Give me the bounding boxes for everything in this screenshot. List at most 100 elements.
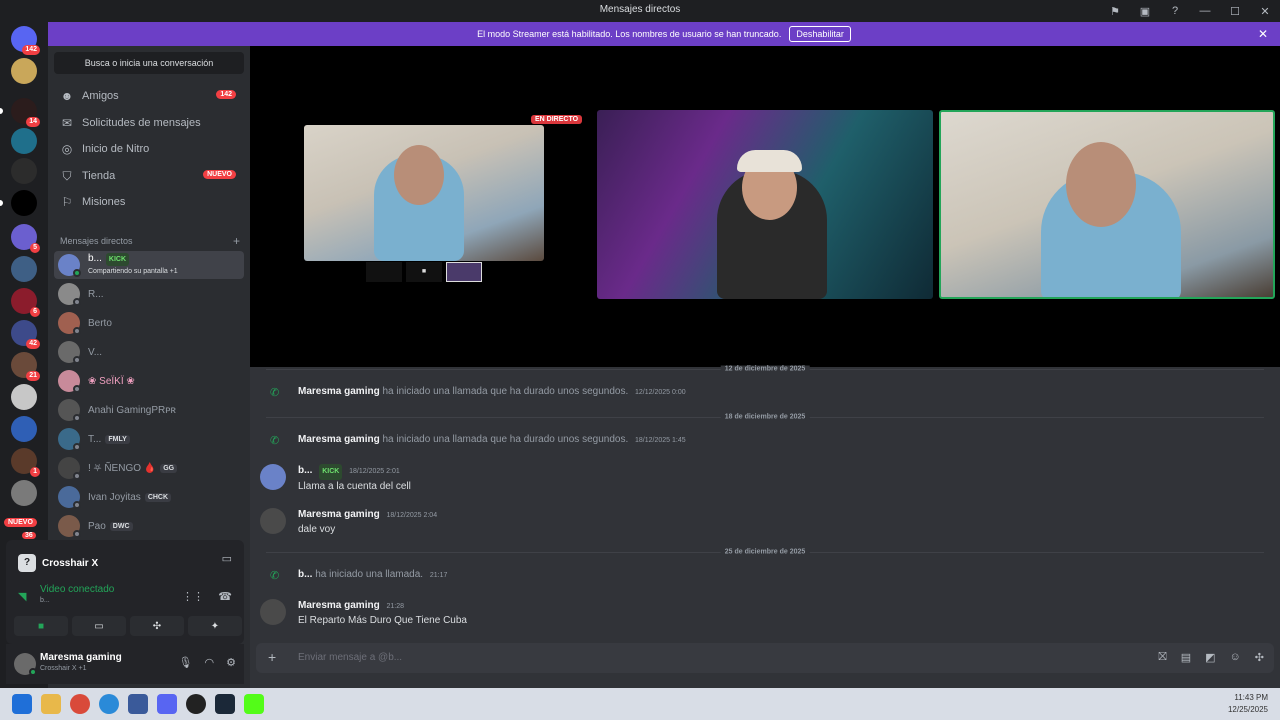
- microphone-icon[interactable]: 🎙: [179, 656, 193, 669]
- avatar[interactable]: [260, 508, 286, 534]
- window-title: Mensajes directos: [599, 4, 681, 15]
- dm-item[interactable]: Pao DWC: [54, 512, 244, 540]
- dm-header-label: Mensajes directos: [60, 236, 133, 246]
- steam-icon[interactable]: [215, 694, 235, 714]
- server-icon[interactable]: 21: [11, 352, 40, 381]
- system-clock[interactable]: 11:43 PM 12/25/2025: [1228, 692, 1268, 716]
- activities-button[interactable]: ✣: [130, 616, 184, 636]
- camera-icon[interactable]: ■: [405, 262, 442, 282]
- emoji-icon[interactable]: ☺: [1230, 651, 1241, 664]
- server-icon[interactable]: 5: [11, 224, 40, 253]
- message-text: ha iniciado una llamada.: [315, 569, 424, 580]
- new-badge: NUEVO: [4, 518, 37, 527]
- thumbnail[interactable]: [366, 262, 402, 282]
- server-icon[interactable]: 1: [11, 448, 40, 477]
- avatar[interactable]: [260, 599, 286, 625]
- dm-item[interactable]: T... FMLY: [54, 425, 244, 453]
- app-icon[interactable]: [186, 694, 206, 714]
- signal-icon[interactable]: ◥: [18, 590, 26, 603]
- dm-name: Pao: [88, 520, 106, 532]
- server-icon[interactable]: [11, 384, 37, 410]
- dm-item[interactable]: ❀ SeÏKÏ ❀: [54, 367, 244, 395]
- edge-icon[interactable]: [99, 694, 119, 714]
- new-badge: NUEVO: [203, 170, 236, 179]
- dm-item[interactable]: ! ⛧ ÑENGO 🩸 GG: [54, 454, 244, 482]
- server-icon[interactable]: [0, 190, 37, 216]
- kick-icon[interactable]: [244, 694, 264, 714]
- gift-icon[interactable]: ⛝: [1158, 651, 1166, 664]
- server-icon[interactable]: [11, 480, 37, 506]
- date-divider: 25 de diciembre de 2025: [266, 548, 1264, 556]
- dm-item[interactable]: Ivan Joyitas CHCK: [54, 483, 244, 511]
- server-icon[interactable]: 42: [11, 320, 40, 349]
- message-input[interactable]: Enviar mensaje a @b...: [298, 652, 402, 663]
- dm-item[interactable]: Anahi GamingPRᴘʀ: [54, 396, 244, 424]
- gif-icon[interactable]: ▤: [1181, 651, 1191, 664]
- start-icon[interactable]: [12, 694, 32, 714]
- system-message: ✆ Maresma gaming ha iniciado una llamada…: [266, 386, 1264, 399]
- nav-label: Amigos: [82, 90, 119, 102]
- headphones-icon[interactable]: ◠: [205, 656, 215, 669]
- file-explorer-icon[interactable]: [41, 694, 61, 714]
- discord-icon[interactable]: [157, 694, 177, 714]
- status-dot: [73, 298, 81, 306]
- minimize-button[interactable]: —: [1190, 0, 1220, 22]
- message-author[interactable]: Maresma gaming: [298, 600, 380, 611]
- server-icon[interactable]: [11, 128, 37, 154]
- message-text: ha iniciado una llamada que ha durado un…: [382, 386, 629, 397]
- inbox-icon[interactable]: ▣: [1130, 0, 1160, 22]
- avatar[interactable]: [260, 464, 286, 490]
- apps-icon[interactable]: ✣: [1255, 651, 1264, 664]
- home-button[interactable]: 142: [11, 26, 40, 55]
- nav-nitro[interactable]: ◎ Inicio de Nitro: [54, 137, 244, 161]
- flag-icon[interactable]: ⚑: [1100, 0, 1130, 22]
- thumbnail[interactable]: [445, 262, 483, 282]
- server-icon[interactable]: [11, 256, 37, 282]
- chrome-icon[interactable]: [70, 694, 90, 714]
- close-banner-icon[interactable]: ✕: [1258, 27, 1268, 41]
- search-button[interactable]: Busca o inicia una conversación: [54, 52, 244, 74]
- server-icon[interactable]: 6: [11, 288, 40, 317]
- server-icon[interactable]: [11, 416, 37, 442]
- dm-item[interactable]: R...: [54, 280, 244, 308]
- nav-quests[interactable]: ⚐ Misiones: [54, 190, 244, 214]
- disable-streamer-button[interactable]: Deshabilitar: [789, 26, 851, 42]
- screen-share-button[interactable]: ▭: [72, 616, 126, 636]
- message-author[interactable]: Maresma gaming: [298, 509, 380, 520]
- video-tile-speaking[interactable]: [939, 110, 1275, 299]
- video-tile[interactable]: [597, 110, 933, 299]
- server-icon[interactable]: [11, 158, 37, 184]
- voice-channel[interactable]: ? Crosshair X: [18, 554, 98, 572]
- dm-item[interactable]: V...: [54, 338, 244, 366]
- plus-icon[interactable]: +: [268, 649, 276, 665]
- dm-item[interactable]: b... KICK Compartiendo su pantalla +1: [54, 251, 244, 279]
- store-icon[interactable]: [128, 694, 148, 714]
- disconnect-icon[interactable]: ☎: [218, 590, 232, 603]
- close-window-button[interactable]: ✕: [1250, 0, 1280, 22]
- new-dm-icon[interactable]: +: [233, 234, 240, 248]
- avatar: [58, 399, 81, 422]
- nav-message-requests[interactable]: ✉ Solicitudes de mensajes: [54, 111, 244, 135]
- gear-icon[interactable]: ⚙: [226, 656, 236, 669]
- unread-dot: [0, 200, 3, 206]
- help-icon[interactable]: ?: [1160, 0, 1190, 22]
- message-author[interactable]: Maresma gaming: [298, 434, 380, 445]
- camera-button[interactable]: ■: [14, 616, 68, 636]
- soundboard-button[interactable]: ✦: [188, 616, 242, 636]
- dm-name: R...: [88, 288, 104, 300]
- user-avatar[interactable]: [14, 653, 37, 676]
- noise-suppression-icon[interactable]: ⋮⋮: [182, 590, 204, 603]
- message-author[interactable]: Maresma gaming: [298, 386, 380, 397]
- nav-shop[interactable]: ⛉ Tienda NUEVO: [54, 164, 244, 188]
- screen-share-icon[interactable]: ▭: [222, 552, 232, 565]
- sticker-icon[interactable]: ◩: [1205, 651, 1215, 664]
- message-timestamp: 21:17: [429, 572, 448, 579]
- server-icon[interactable]: [11, 58, 37, 84]
- nav-friends[interactable]: ☻ Amigos 142: [54, 84, 244, 108]
- maximize-button[interactable]: ☐: [1220, 0, 1250, 22]
- stream-tile[interactable]: [304, 125, 544, 261]
- dm-item[interactable]: Berto: [54, 309, 244, 337]
- server-icon[interactable]: 14: [0, 98, 40, 127]
- message-author[interactable]: b...: [298, 569, 312, 580]
- message-author[interactable]: b...: [298, 465, 312, 476]
